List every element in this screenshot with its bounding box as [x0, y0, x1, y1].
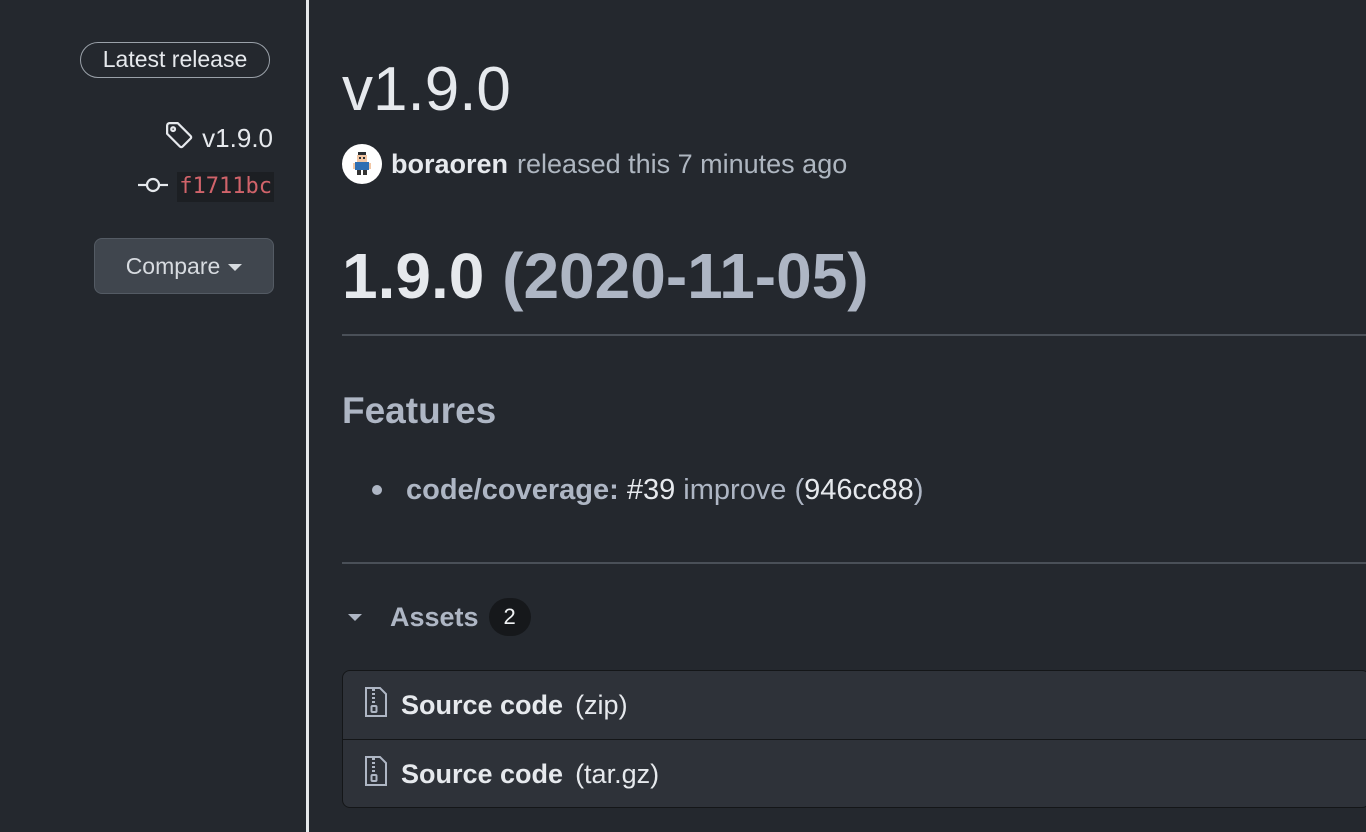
assets-list: Source code (zip) Source code (tar.gz) — [342, 670, 1366, 808]
assets-count-badge: 2 — [488, 598, 531, 636]
tag-label: v1.9.0 — [202, 123, 273, 153]
assets-toggle[interactable]: Assets 2 — [348, 598, 531, 636]
feature-description: improve — [683, 474, 787, 506]
list-item: code/coverage: #39 improve (946cc88) — [372, 470, 924, 510]
tag-icon — [164, 120, 194, 157]
tag-link[interactable]: v1.9.0 — [164, 120, 273, 157]
release-timestamp: released this 7 minutes ago — [517, 148, 848, 179]
feature-scope: code/coverage: — [406, 474, 619, 506]
asset-item-zip[interactable]: Source code (zip) — [343, 671, 1366, 739]
asset-name[interactable]: Source code — [401, 690, 563, 721]
asset-item-targz[interactable]: Source code (tar.gz) — [343, 739, 1366, 807]
release-sidebar: Latest release v1.9.0 f1711bc Compare — [0, 0, 306, 832]
commit-sha: f1711bc — [177, 172, 274, 202]
asset-type: (zip) — [575, 689, 628, 720]
features-list: code/coverage: #39 improve (946cc88) — [372, 470, 924, 510]
chevron-down-icon — [228, 263, 243, 271]
release-main: v1.9.0 boraoren released this 7 minutes … — [342, 0, 1366, 832]
commit-icon — [137, 175, 169, 200]
heading-rule — [342, 334, 1366, 336]
latest-release-badge: Latest release — [80, 42, 270, 78]
open-paren: ( — [794, 474, 805, 506]
asset-type: (tar.gz) — [575, 758, 660, 789]
notes-heading: 1.9.0 (2020-11-05) — [342, 236, 869, 316]
close-paren: ) — [913, 474, 924, 506]
release-page: Latest release v1.9.0 f1711bc Compare v1… — [0, 0, 1366, 832]
commit-link[interactable]: f1711bc — [137, 172, 274, 202]
file-zip-icon — [363, 686, 389, 725]
features-heading: Features — [342, 390, 497, 431]
author-link[interactable]: boraoren — [391, 149, 508, 180]
triangle-down-icon — [348, 613, 362, 621]
compare-label: Compare — [125, 252, 221, 279]
release-meta: boraoren released this 7 minutes ago — [342, 144, 847, 184]
release-title[interactable]: v1.9.0 — [342, 52, 511, 128]
avatar[interactable] — [342, 144, 382, 184]
avatar-icon — [353, 152, 371, 175]
notes-heading-version: 1.9.0 — [342, 240, 485, 312]
notes-heading-date: (2020-11-05) — [502, 240, 869, 312]
issue-link[interactable]: #39 — [627, 470, 675, 510]
bullet-icon — [372, 485, 382, 495]
compare-button[interactable]: Compare — [94, 238, 274, 294]
file-zip-icon — [363, 755, 389, 794]
feature-commit-link[interactable]: 946cc88 — [804, 470, 914, 510]
sidebar-divider — [306, 0, 309, 832]
assets-label: Assets — [390, 601, 479, 632]
asset-name[interactable]: Source code — [401, 759, 563, 790]
assets-rule — [342, 562, 1366, 564]
